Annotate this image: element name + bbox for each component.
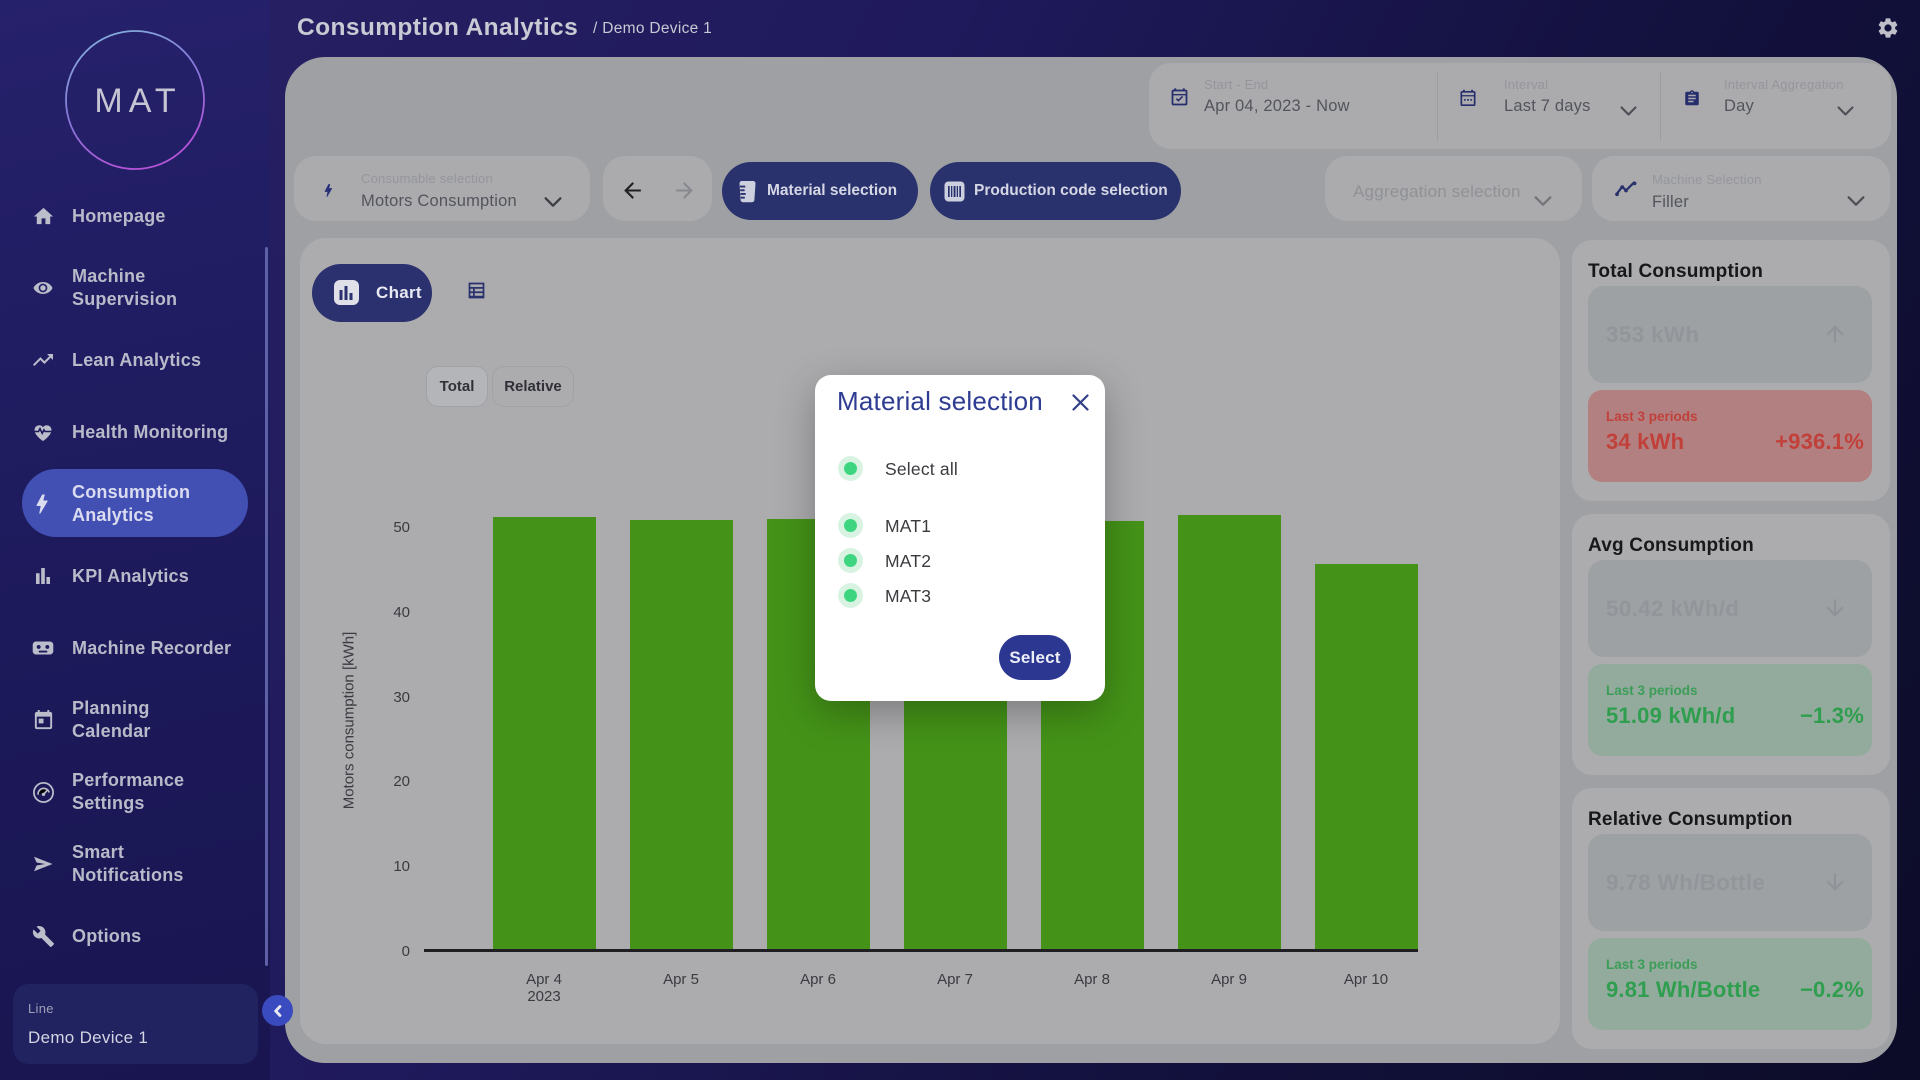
svg-text:MAT: MAT bbox=[94, 82, 181, 120]
